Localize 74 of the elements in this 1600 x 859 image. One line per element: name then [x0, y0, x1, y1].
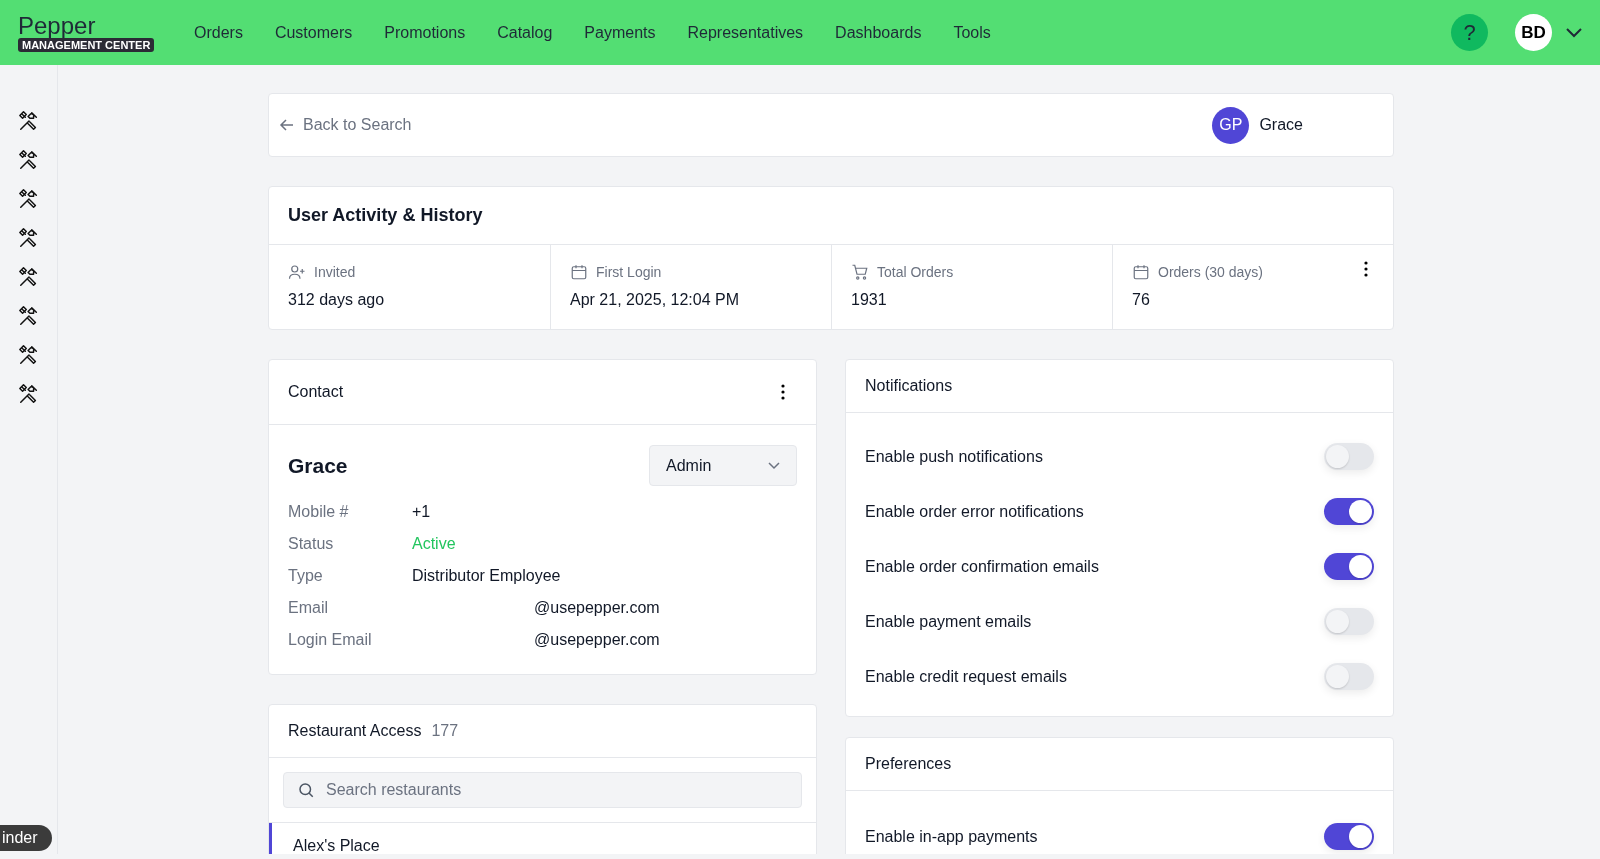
- toggle-switch[interactable]: [1324, 553, 1374, 580]
- toggle-switch[interactable]: [1324, 608, 1374, 635]
- tools-icon[interactable]: [17, 227, 40, 249]
- restaurant-row[interactable]: Alex's Place: [269, 823, 816, 854]
- field-label: Mobile #: [288, 503, 350, 521]
- card-title: Preferences: [865, 755, 952, 773]
- setting-label: Enable order confirmation emails: [865, 557, 1099, 576]
- nav-link[interactable]: Representatives: [687, 23, 804, 42]
- nav-link[interactable]: Payments: [584, 23, 656, 42]
- more-options-icon[interactable]: [781, 384, 785, 400]
- field-label: Type: [288, 567, 324, 585]
- card-title: User Activity & History: [269, 187, 1393, 245]
- count-label: 177: [431, 722, 459, 740]
- stat-value: 1931: [851, 291, 888, 309]
- card-title: Notifications: [865, 377, 953, 395]
- stat-label: Orders (30 days): [1158, 264, 1264, 280]
- stat-value: 76: [1132, 291, 1151, 309]
- more-options-icon[interactable]: [1364, 261, 1368, 277]
- field-label: Login Email: [288, 631, 373, 649]
- setting-label: Enable payment emails: [865, 612, 1032, 631]
- tools-icon[interactable]: [17, 188, 40, 210]
- tools-icon[interactable]: [17, 149, 40, 171]
- field-value: +1: [412, 503, 431, 521]
- setting-label: Enable in-app payments: [865, 827, 1038, 846]
- toggle-switch[interactable]: [1324, 823, 1374, 850]
- nav-link[interactable]: Tools: [953, 23, 991, 42]
- setting-label: Enable credit request emails: [865, 667, 1067, 686]
- user-avatar[interactable]: BD: [1515, 14, 1552, 51]
- user-name: Grace: [1259, 116, 1303, 134]
- nav-link[interactable]: Customers: [274, 23, 353, 42]
- tools-icon[interactable]: [17, 305, 40, 327]
- nav-link[interactable]: Promotions: [384, 23, 466, 42]
- contact-name: Grace: [288, 453, 348, 478]
- tools-icon[interactable]: [17, 110, 40, 132]
- chevron-down-icon: [768, 461, 780, 470]
- stat-value: 312 days ago: [288, 291, 386, 309]
- nav-link[interactable]: Orders: [194, 23, 243, 42]
- back-link[interactable]: Back to Search: [279, 116, 1213, 134]
- nav-link[interactable]: Catalog: [497, 23, 553, 42]
- tools-icon[interactable]: [17, 383, 40, 405]
- field-value: @usepepper.com: [534, 631, 660, 649]
- calendar-icon: [1132, 263, 1150, 281]
- calendar-icon: [570, 263, 588, 281]
- field-label: Status: [288, 535, 335, 553]
- toggle-switch[interactable]: [1324, 663, 1374, 690]
- help-button[interactable]: ?: [1451, 14, 1488, 51]
- dock-tooltip: inder: [0, 825, 52, 851]
- role-dropdown[interactable]: Admin: [649, 445, 797, 486]
- toggle-switch[interactable]: [1324, 443, 1374, 470]
- setting-label: Enable order error notifications: [865, 502, 1084, 521]
- stat-label: Invited: [314, 264, 356, 280]
- stat-label: Total Orders: [877, 264, 954, 280]
- toggle-switch[interactable]: [1324, 498, 1374, 525]
- card-title: Contact: [288, 383, 344, 401]
- search-icon: [297, 781, 315, 799]
- stat-label: First Login: [596, 264, 662, 280]
- tools-icon[interactable]: [17, 266, 40, 288]
- logo-badge: MANAGEMENT CENTER: [18, 37, 155, 52]
- field-value: Distributor Employee: [412, 567, 561, 585]
- setting-label: Enable push notifications: [865, 447, 1043, 466]
- field-label: Email: [288, 599, 329, 617]
- field-value: Active: [412, 535, 456, 553]
- user-avatar: GP: [1212, 106, 1250, 144]
- tools-icon[interactable]: [17, 344, 40, 366]
- chevron-down-icon[interactable]: [1566, 27, 1582, 38]
- user-plus-icon: [288, 263, 306, 281]
- card-title: Restaurant Access: [288, 722, 422, 740]
- arrow-left-icon: [279, 117, 295, 133]
- stat-value: Apr 21, 2025, 12:04 PM: [570, 291, 740, 309]
- field-value: @usepepper.com: [534, 599, 660, 617]
- logo-text[interactable]: Pepper: [18, 13, 96, 38]
- nav-link[interactable]: Dashboards: [835, 23, 922, 42]
- search-field[interactable]: Search restaurants: [283, 772, 802, 808]
- cart-icon: [851, 263, 869, 281]
